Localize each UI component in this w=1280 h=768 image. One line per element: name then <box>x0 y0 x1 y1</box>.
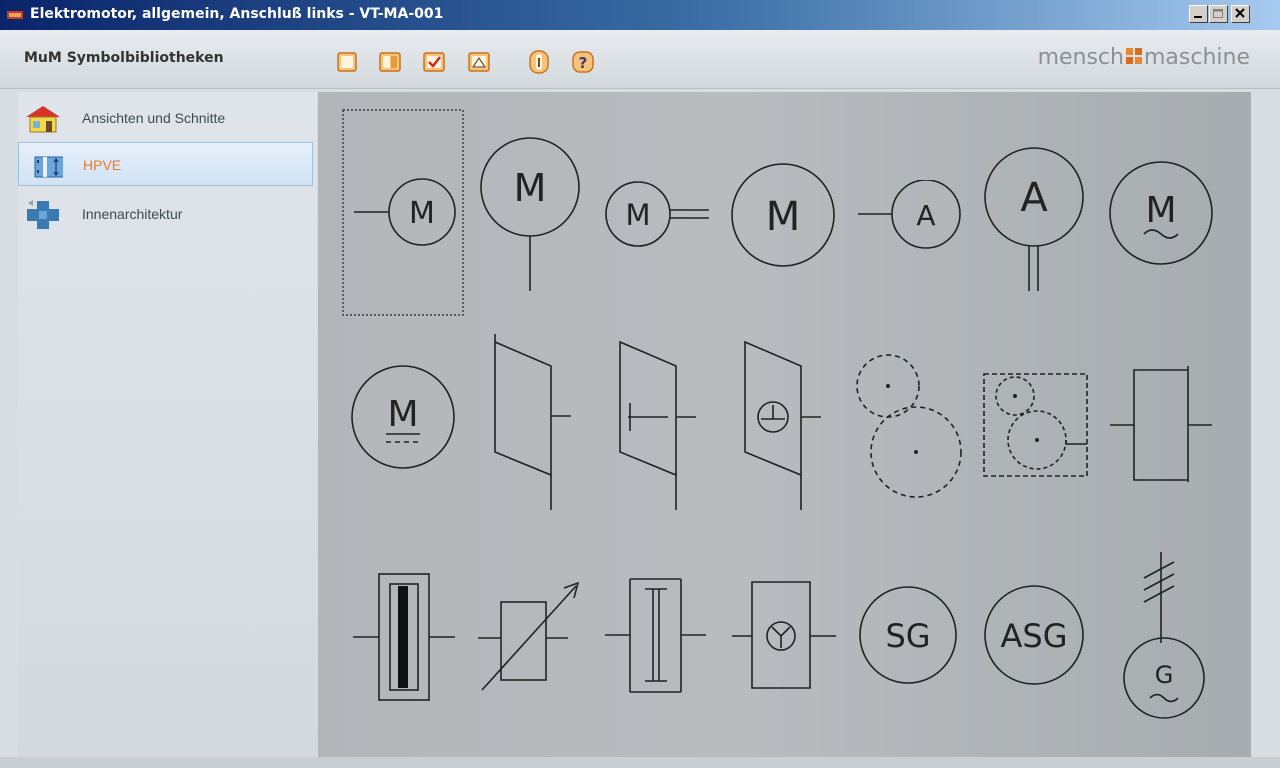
svg-text:?: ? <box>579 54 588 72</box>
symbol-label: SG <box>885 617 930 655</box>
sidebar-item-label: HPVE <box>83 157 122 173</box>
symbol-motor-large[interactable]: M <box>730 162 836 268</box>
symbol-motor-selected[interactable]: M <box>342 109 464 316</box>
brand-right: maschine <box>1143 45 1250 70</box>
symbol-label: M <box>625 198 650 232</box>
symbol-component-box[interactable] <box>1108 364 1214 484</box>
window-title: Elektromotor, allgemein, Anschluß links … <box>30 6 444 22</box>
close-icon <box>1235 8 1245 18</box>
symbol-sg[interactable]: SG <box>858 585 958 685</box>
symbol-fan-gauge[interactable] <box>733 337 828 512</box>
maximize-icon <box>1213 9 1223 18</box>
symbol-capacitor-i[interactable] <box>603 577 708 697</box>
symbol-motor-dc[interactable]: M <box>350 364 456 470</box>
brand-separator-icon <box>1125 48 1142 64</box>
symbol-gears-dashed[interactable] <box>854 352 966 502</box>
sidebar-item-hpve[interactable]: HPVE <box>18 142 313 186</box>
symbol-motor-ac[interactable]: M <box>1108 160 1214 266</box>
library-sidebar: Ansichten und Schnitte HPVE Innenarchite… <box>18 92 317 757</box>
close-button[interactable] <box>1231 5 1250 23</box>
house-icon <box>26 106 60 133</box>
sidebar-item-ansichten[interactable]: Ansichten und Schnitte <box>18 96 313 140</box>
symbol-filter-bar[interactable] <box>351 570 457 705</box>
puzzle-icon <box>27 200 59 229</box>
symbol-label: M <box>409 196 435 231</box>
symbol-canvas: M M M M A A M M SG ASG G <box>318 92 1251 757</box>
symbol-motor-bottom[interactable]: M <box>478 137 582 293</box>
symbol-label: M <box>387 394 418 435</box>
brand-logo: mensch maschine <box>1038 45 1250 70</box>
symbol-fan-damper[interactable] <box>608 337 703 512</box>
symbol-ammeter-left[interactable]: A <box>856 180 962 250</box>
maximize-button[interactable] <box>1209 5 1228 23</box>
split-page-icon[interactable] <box>377 49 403 75</box>
symbol-label: M <box>766 194 801 240</box>
sidebar-item-label: Innenarchitektur <box>82 206 183 222</box>
symbol-asg[interactable]: ASG <box>982 585 1086 685</box>
checkmark-icon[interactable] <box>421 49 447 75</box>
blank-page-icon[interactable] <box>334 49 360 75</box>
symbol-ammeter-bottom[interactable]: A <box>983 147 1085 293</box>
symbol-label: G <box>1155 661 1174 689</box>
symbol-generator[interactable]: G <box>1118 550 1210 725</box>
symbol-fan-trapezoid[interactable] <box>483 332 578 512</box>
minimize-button[interactable] <box>1189 5 1208 23</box>
title-bar: Elektromotor, allgemein, Anschluß links … <box>0 0 1280 30</box>
chart-icon[interactable] <box>466 49 492 75</box>
toolbar: MuM Symbolbibliotheken ? mensch maschine <box>0 30 1280 89</box>
pipes-icon <box>34 156 63 178</box>
info-icon[interactable] <box>526 49 552 75</box>
brand-left: mensch <box>1037 45 1124 70</box>
symbol-label: M <box>1145 190 1176 231</box>
help-icon[interactable]: ? <box>570 49 596 75</box>
sidebar-item-innenarchitektur[interactable]: Innenarchitektur <box>18 192 313 236</box>
sidebar-item-label: Ansichten und Schnitte <box>82 110 226 126</box>
minimize-icon <box>1194 16 1202 18</box>
symbol-motor-double-line[interactable]: M <box>605 180 711 250</box>
symbol-label: A <box>916 199 935 232</box>
symbol-label: A <box>1020 175 1048 221</box>
symbol-variable-resistor[interactable] <box>476 580 586 695</box>
status-strip <box>0 757 1280 768</box>
symbol-gears-boxed[interactable] <box>980 370 1090 480</box>
window-edge <box>1251 92 1280 757</box>
symbol-label: ASG <box>1001 617 1068 655</box>
symbol-meter-box[interactable] <box>730 580 838 695</box>
symbol-label: M <box>514 166 547 210</box>
library-title: MuM Symbolbibliotheken <box>24 50 224 66</box>
app-icon <box>7 11 23 19</box>
